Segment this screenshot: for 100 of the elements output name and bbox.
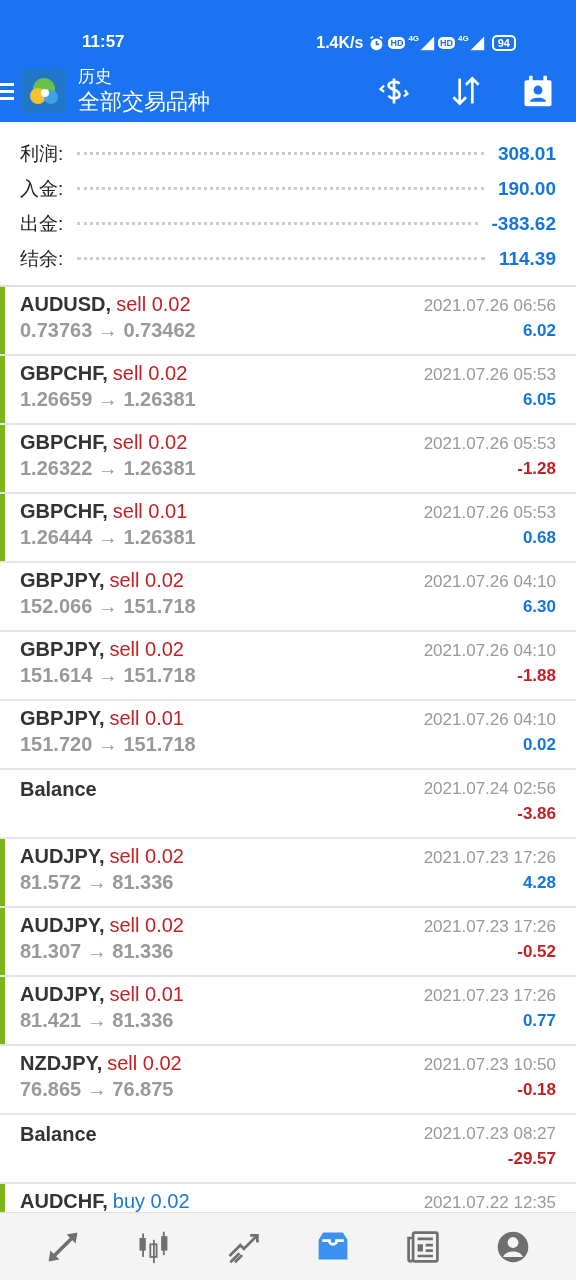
deal-row[interactable]: GBPCHF, sell 0.02 1.26322 → 1.26381 2021.07.26 05:53 -1.28 (0, 425, 576, 494)
deal-type: Balance (20, 777, 97, 802)
trade-action: sell 0.02 (112, 362, 188, 384)
signal-icon (419, 35, 436, 51)
price-change: 151.614 → 151.718 (20, 663, 196, 688)
screen-title[interactable]: 全部交易品种 (78, 88, 376, 116)
deal-row[interactable]: GBPJPY, sell 0.02 151.614 → 151.718 2021.07.26 04:10 -1.88 (0, 632, 576, 701)
summary-value: 114.39 (498, 247, 556, 270)
symbol-name: AUDJPY, (20, 845, 105, 867)
deal-time: 2021.07.23 08:27 (423, 1123, 556, 1145)
deal-row[interactable]: AUDJPY, sell 0.02 81.307 → 81.336 2021.07.23 17:26 -0.52 (0, 908, 576, 977)
screen-subtitle: 历史 (78, 66, 113, 88)
summary-value: 190.00 (497, 177, 556, 200)
price-change: 81.307 → 81.336 (20, 939, 175, 964)
profit-value: -1.88 (516, 665, 556, 687)
symbol-name: AUDUSD, (20, 293, 112, 315)
hd-badge: HD (388, 37, 406, 49)
deal-time: 2021.07.26 05:53 (423, 433, 556, 455)
profit-value: -0.18 (516, 1079, 556, 1101)
trade-action: sell 0.02 (116, 293, 191, 315)
symbol-name: AUDCHF, (20, 1190, 108, 1212)
deal-time: 2021.07.23 17:26 (423, 916, 556, 938)
trade-action: sell 0.02 (109, 845, 184, 867)
deal-row[interactable]: GBPCHF, sell 0.01 1.26444 → 1.26381 2021.07.26 05:53 0.68 (0, 494, 576, 563)
symbol-name: GBPCHF, (20, 431, 108, 453)
profit-value: 6.30 (521, 596, 556, 618)
profit-value: -0.52 (516, 941, 556, 963)
deal-time: 2021.07.23 10:50 (423, 1054, 556, 1076)
trade-action: sell 0.02 (109, 638, 184, 660)
app-logo-icon (22, 69, 66, 113)
summary-value: 308.01 (497, 142, 556, 165)
deal-row[interactable]: Balance 2021.07.24 02:56 -3.86 (0, 770, 576, 839)
hd-badge: HD (438, 37, 456, 49)
price-change: 151.720 → 151.718 (20, 732, 196, 757)
price-change: 81.572 → 81.336 (20, 870, 175, 895)
signal-icon (468, 35, 485, 51)
profit-value: -1.28 (516, 458, 556, 480)
deal-time: 2021.07.24 02:56 (423, 778, 556, 800)
summary-label: 结余: (20, 246, 64, 271)
symbol-name: AUDJPY, (20, 914, 105, 936)
symbol-name: NZDJPY, (20, 1052, 103, 1074)
trade-action: sell 0.02 (109, 569, 184, 591)
deal-time: 2021.07.26 04:10 (423, 571, 556, 593)
profit-value: 0.68 (521, 527, 556, 549)
deal-row[interactable]: Balance 2021.07.23 08:27 -29.57 (0, 1115, 576, 1184)
trade-action: sell 0.02 (112, 431, 188, 453)
deal-time: 2021.07.26 06:56 (423, 295, 556, 317)
profit-value: 6.02 (521, 320, 556, 342)
price-change: 1.26444 → 1.26381 (20, 525, 196, 550)
trade-action: sell 0.02 (109, 914, 184, 936)
battery-level: 94 (491, 35, 516, 51)
deal-time: 2021.07.26 04:10 (423, 640, 556, 662)
profit-value: 6.05 (521, 389, 556, 411)
trade-action: sell 0.01 (112, 500, 188, 522)
deal-row[interactable]: GBPCHF, sell 0.02 1.26659 → 1.26381 2021.07.26 05:53 6.05 (0, 356, 576, 425)
deal-time: 2021.07.23 17:26 (423, 985, 556, 1007)
summary-label: 出金: (20, 211, 64, 236)
deal-type: Balance (20, 1122, 97, 1147)
network-type: 4G (408, 34, 420, 43)
symbol-name: GBPCHF, (20, 362, 108, 384)
price-change: 1.26322 → 1.26381 (20, 456, 196, 481)
price-change: 1.26659 → 1.26381 (20, 387, 196, 412)
profit-value: -3.86 (516, 803, 556, 825)
deal-time: 2021.07.26 05:53 (423, 502, 556, 524)
deal-time: 2021.07.22 12:35 (423, 1192, 556, 1212)
menu-icon[interactable] (0, 81, 14, 101)
trade-action: sell 0.02 (107, 1052, 182, 1074)
deal-row[interactable]: GBPJPY, sell 0.01 151.720 → 151.718 2021.07.26 04:10 0.02 (0, 701, 576, 770)
deal-time: 2021.07.26 04:10 (423, 709, 556, 731)
profit-value: 4.28 (521, 872, 556, 894)
deal-row[interactable]: NZDJPY, sell 0.02 76.865 → 76.875 2021.07.23 10:50 -0.18 (0, 1046, 576, 1115)
price-change: 76.865 → 76.875 (20, 1077, 175, 1102)
deal-row[interactable]: AUDJPY, sell 0.01 81.421 → 81.336 2021.07.23 17:26 0.77 (0, 977, 576, 1046)
profit-value: 0.77 (521, 1010, 556, 1032)
profit-value: 0.02 (521, 734, 556, 756)
clock-time: 11:57 (82, 32, 125, 52)
trade-action: sell 0.01 (109, 983, 184, 1005)
deal-row[interactable]: GBPJPY, sell 0.02 152.066 → 151.718 2021.07.26 04:10 6.30 (0, 563, 576, 632)
deal-row[interactable]: AUDUSD, sell 0.02 0.73763 → 0.73462 2021.07.26 06:56 6.02 (0, 287, 576, 356)
trade-action: buy 0.02 (112, 1190, 190, 1212)
network-speed: 1.4K/s (316, 34, 364, 52)
symbol-name: GBPCHF, (20, 500, 108, 522)
price-change: 152.066 → 151.718 (20, 594, 196, 619)
price-change: 81.421 → 81.336 (20, 1008, 175, 1033)
symbol-name: GBPJPY, (20, 638, 105, 660)
summary-label: 入金: (20, 176, 64, 201)
newspaper-icon[interactable] (405, 1228, 441, 1265)
alarm-icon (368, 34, 386, 52)
network-type: 4G (458, 34, 469, 43)
symbol-name: GBPJPY, (20, 707, 105, 729)
deal-time: 2021.07.23 17:26 (423, 847, 556, 869)
summary-label: 利润: (20, 141, 64, 166)
price-change: 0.73763 → 0.73462 (20, 318, 196, 343)
deal-row[interactable]: AUDJPY, sell 0.02 81.572 → 81.336 2021.07.23 17:26 4.28 (0, 839, 576, 908)
symbol-name: AUDJPY, (20, 983, 105, 1005)
symbol-name: GBPJPY, (20, 569, 105, 591)
summary-value: -383.62 (491, 212, 556, 235)
deal-time: 2021.07.26 05:53 (423, 364, 556, 386)
profit-value: -29.57 (506, 1148, 556, 1170)
trade-action: sell 0.01 (109, 707, 184, 729)
